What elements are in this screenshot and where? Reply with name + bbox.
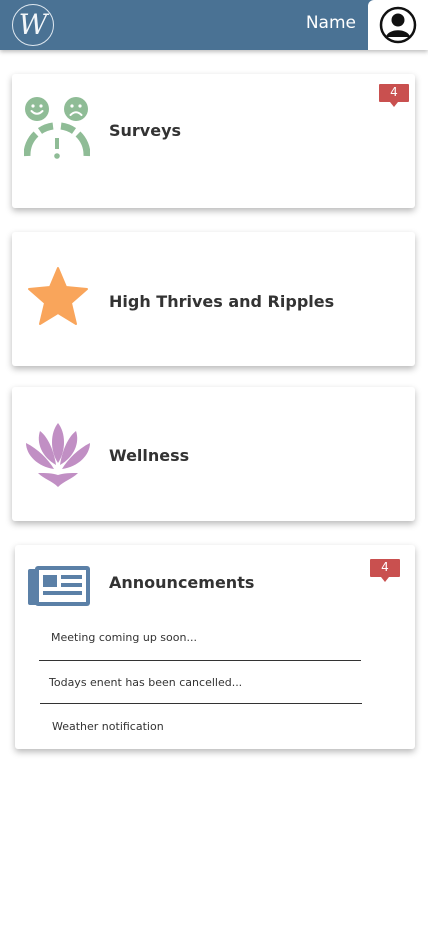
- user-avatar-icon: [379, 6, 417, 44]
- high-thrives-card[interactable]: High Thrives and Ripples: [12, 232, 415, 366]
- wellness-card[interactable]: Wellness: [12, 387, 415, 521]
- profile-button[interactable]: [368, 0, 428, 50]
- survey-faces-icon: [24, 97, 90, 159]
- app-logo[interactable]: W: [12, 4, 54, 46]
- high-thrives-title: High Thrives and Ripples: [109, 292, 335, 311]
- announcements-badge: 4: [370, 559, 400, 582]
- announcement-item[interactable]: Meeting coming up soon...: [51, 631, 197, 644]
- newspaper-icon: [28, 566, 90, 606]
- announcement-divider: [40, 703, 362, 704]
- star-icon: [28, 267, 88, 325]
- lotus-icon: [26, 423, 90, 487]
- surveys-badge: 4: [379, 84, 409, 107]
- announcement-item[interactable]: Todays enent has been cancelled...: [49, 676, 242, 689]
- announcement-item[interactable]: Weather notification: [52, 720, 164, 733]
- app-header: W Name: [0, 0, 428, 50]
- announcement-divider: [39, 660, 361, 661]
- announcements-title: Announcements: [109, 573, 255, 592]
- announcements-card[interactable]: Announcements 4 Meeting coming up soon..…: [15, 545, 415, 749]
- surveys-card[interactable]: Surveys 4: [12, 74, 415, 208]
- surveys-title: Surveys: [109, 121, 182, 140]
- wellness-title: Wellness: [109, 446, 190, 465]
- user-name: Name: [305, 13, 356, 33]
